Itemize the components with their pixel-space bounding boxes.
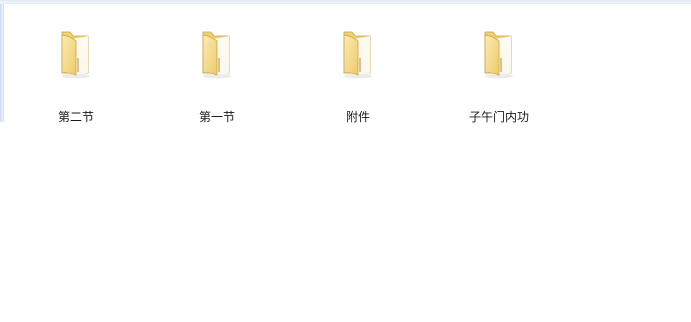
folder-label: 子午门内功 — [468, 110, 529, 124]
folder-label: 第二节 — [57, 110, 94, 124]
folder-icon — [484, 31, 513, 79]
folder-icon — [343, 31, 372, 79]
folder-label: 附件 — [345, 110, 370, 124]
folder-item[interactable]: 第一节 — [162, 14, 272, 126]
folder-label: 第一节 — [198, 110, 235, 124]
folder-item[interactable]: 第二节 — [21, 14, 131, 126]
folder-icon — [202, 31, 231, 79]
folder-icon — [61, 31, 90, 79]
explorer-file-view: 第二节 第一节 附件 子午门内功 — [0, 0, 691, 322]
folder-grid: 第二节 第一节 附件 子午门内功 — [0, 0, 691, 322]
folder-item[interactable]: 子午门内功 — [444, 14, 554, 126]
folder-item[interactable]: 附件 — [303, 14, 413, 126]
